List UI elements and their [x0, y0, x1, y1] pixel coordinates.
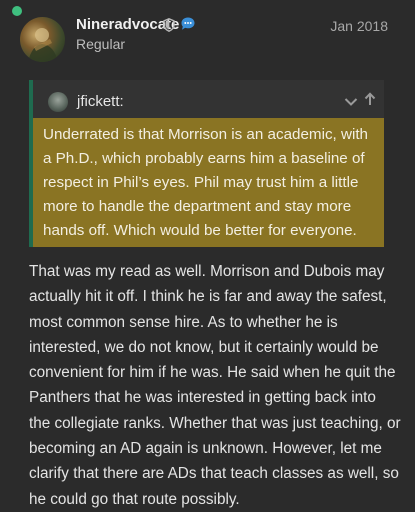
post-date[interactable]: Jan 2018 [330, 18, 388, 34]
quote-author-avatar[interactable] [48, 92, 68, 112]
quote-block: jfickett: Underrated is that Morrison is… [29, 80, 384, 247]
chevron-down-icon[interactable] [344, 94, 358, 112]
quote-header: jfickett: [33, 80, 384, 120]
chat-bubble-icon[interactable] [180, 16, 196, 37]
shield-icon [163, 18, 175, 37]
user-title: Regular [76, 36, 126, 52]
quote-author[interactable]: jfickett: [77, 93, 124, 110]
arrow-up-icon[interactable] [364, 92, 376, 111]
user-avatar[interactable] [20, 17, 65, 62]
quote-text: Underrated is that Morrison is an academ… [33, 118, 384, 247]
online-status-dot [12, 6, 22, 16]
post-body: That was my read as well. Morrison and D… [29, 263, 401, 508]
